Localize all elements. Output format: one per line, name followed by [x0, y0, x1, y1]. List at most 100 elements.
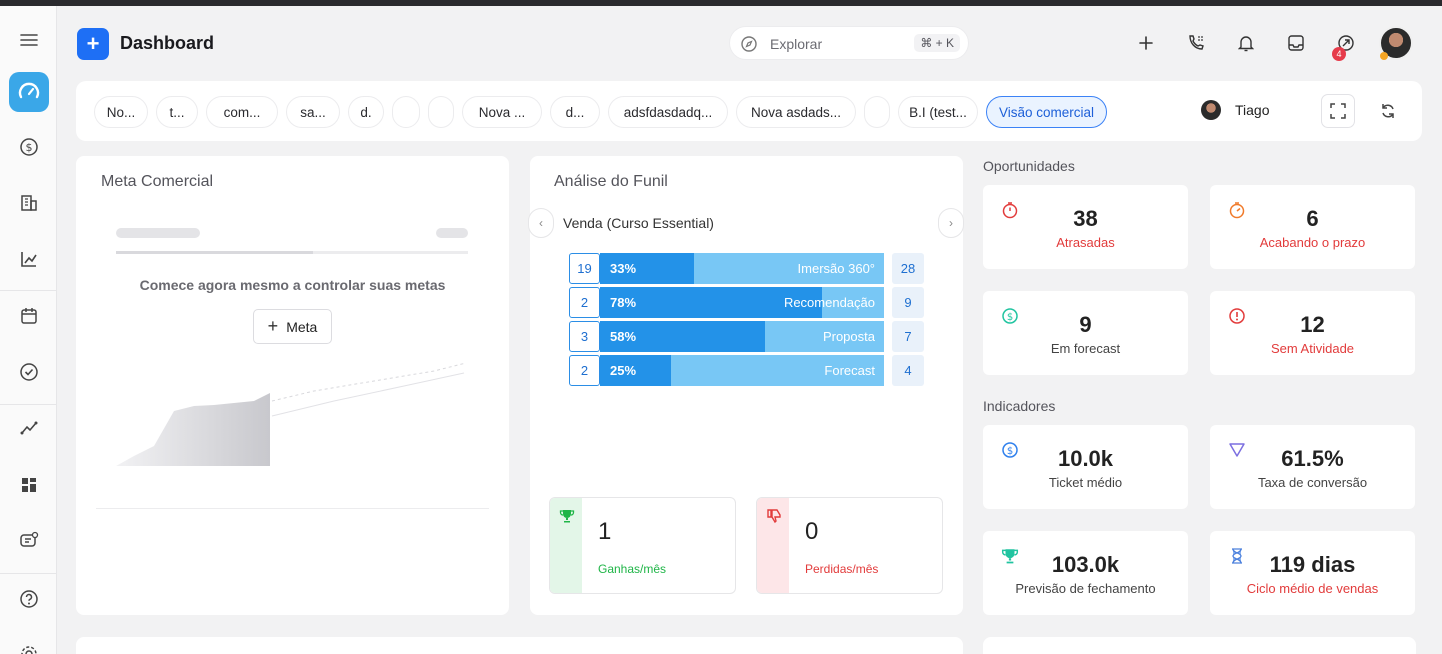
sidebar-divider — [0, 404, 57, 405]
user-chip[interactable]: Tiago — [1201, 100, 1270, 120]
calendar-icon[interactable] — [9, 296, 49, 336]
tab-dashboard[interactable] — [864, 96, 890, 128]
page-title: Dashboard — [120, 33, 215, 53]
menu-icon[interactable] — [9, 20, 49, 60]
kpi-value: 61.5% — [1281, 446, 1344, 471]
stage-bar: 25% Forecast — [600, 355, 884, 386]
kpi-label: Taxa de conversão — [1257, 475, 1368, 490]
stage-name: Forecast — [824, 363, 875, 378]
refresh-button[interactable] — [1371, 94, 1405, 128]
tab-dashboard[interactable]: sa... — [286, 96, 340, 128]
building-icon[interactable] — [9, 183, 49, 223]
fullscreen-button[interactable] — [1321, 94, 1355, 128]
funnel-next-button[interactable]: › — [938, 208, 964, 238]
tab-dashboard[interactable]: com... — [206, 96, 278, 128]
skeleton-progress — [116, 251, 313, 254]
bar-chart-icon[interactable] — [9, 239, 49, 279]
lost-per-month-card: 0 Perdidas/mês — [756, 497, 943, 594]
stage-percent: 33% — [610, 261, 637, 276]
stage-percent: 25% — [610, 363, 637, 378]
tab-dashboard[interactable]: adsfdasdadq... — [608, 96, 728, 128]
grid-icon[interactable] — [9, 465, 49, 505]
stage-bar: 78% Recomendação — [600, 287, 884, 318]
bell-icon[interactable] — [1235, 32, 1257, 54]
stage-count-left: 2 — [569, 355, 600, 386]
kpi-em-forecast[interactable]: $ 9 Em forecast — [983, 291, 1188, 375]
tab-dashboard[interactable]: No... — [94, 96, 148, 128]
kpi-value: 38 — [1073, 206, 1098, 231]
user-chip-avatar — [1201, 100, 1221, 120]
help-icon[interactable] — [9, 579, 49, 619]
kpi-ticket-medio[interactable]: $ 10.0k Ticket médio — [983, 425, 1188, 509]
sidebar: $ — [0, 6, 57, 654]
stage-bar: 58% Proposta — [600, 321, 884, 352]
meta-comercial-card: Meta Comercial Comece agora mesmo a cont… — [76, 156, 509, 615]
funnel-stage-row[interactable]: 3 58% Proposta 7 — [569, 321, 924, 352]
tab-dashboard[interactable]: t... — [156, 96, 198, 128]
tab-dashboard[interactable]: d. — [348, 96, 384, 128]
chevron-left-icon: ‹ — [539, 216, 543, 230]
lost-label: Perdidas/mês — [805, 562, 879, 576]
plus-icon: + — [267, 316, 279, 336]
tab-dashboard[interactable]: B.I (test... — [898, 96, 978, 128]
kpi-sem-atividade[interactable]: 12 Sem Atividade — [1210, 291, 1415, 375]
notification-badge: 4 — [1332, 47, 1346, 61]
settings-gear-icon[interactable] — [9, 634, 49, 654]
tab-dashboard[interactable]: d... — [550, 96, 600, 128]
check-circle-icon[interactable] — [9, 352, 49, 392]
funnel-stage-row[interactable]: 2 25% Forecast 4 — [569, 355, 924, 386]
tab-dashboard[interactable]: Nova ... — [462, 96, 542, 128]
stage-count-left: 19 — [569, 253, 600, 284]
add-meta-button[interactable]: + Meta — [253, 309, 332, 344]
stage-count-right: 9 — [892, 287, 924, 318]
kpi-ciclo-medio[interactable]: 119 dias Ciclo médio de vendas — [1210, 531, 1415, 615]
kpi-label: Sem Atividade — [1270, 341, 1355, 356]
compass-icon — [740, 35, 758, 58]
funnel-stage-row[interactable]: 2 78% Recomendação 9 — [569, 287, 924, 318]
kpi-acabando-prazo[interactable]: 6 Acabando o prazo — [1210, 185, 1415, 269]
trend-icon[interactable] — [9, 408, 49, 448]
dashboard-gauge-icon[interactable] — [9, 72, 49, 112]
stage-count-left: 3 — [569, 321, 600, 352]
meta-placeholder-graphic — [116, 362, 467, 466]
inbox-icon[interactable] — [1285, 32, 1307, 54]
search-input[interactable]: Explorar ⌘ + K — [729, 26, 969, 60]
stage-name: Proposta — [822, 329, 875, 344]
kpi-value: 12 — [1300, 312, 1325, 337]
skeleton-bar — [436, 228, 468, 238]
won-per-month-card: 1 Ganhas/mês — [549, 497, 736, 594]
funnel-prev-button[interactable]: ‹ — [528, 208, 554, 238]
won-label: Ganhas/mês — [598, 562, 667, 576]
tab-dashboard[interactable]: Nova asdads... — [736, 96, 856, 128]
meta-comercial-title: Meta Comercial — [101, 173, 214, 190]
chat-gear-icon[interactable] — [9, 521, 49, 561]
stage-count-right: 28 — [892, 253, 924, 284]
kpi-atrasadas[interactable]: 38 Atrasadas — [983, 185, 1188, 269]
meta-empty-text: Comece agora mesmo a controlar suas meta… — [139, 277, 446, 293]
sidebar-divider — [0, 573, 57, 574]
funnel-pipeline-name: Venda (Curso Essential) — [563, 215, 714, 231]
kpi-label: Previsão de fechamento — [1015, 581, 1156, 596]
stage-name: Imersão 360° — [797, 261, 875, 276]
tab-visao-comercial[interactable]: Visão comercial — [986, 96, 1107, 128]
user-name: Tiago — [1235, 102, 1270, 118]
tab-dashboard[interactable] — [428, 96, 454, 128]
analise-funil-card: Análise do Funil ‹ › Venda (Curso Essent… — [528, 156, 964, 615]
stage-count-right: 7 — [892, 321, 924, 352]
status-dot — [1380, 52, 1388, 60]
search-placeholder: Explorar — [770, 36, 823, 52]
new-plus-button[interactable]: + — [77, 28, 109, 60]
kpi-label: Acabando o prazo — [1259, 235, 1366, 250]
tab-dashboard[interactable] — [392, 96, 420, 128]
chevron-right-icon: › — [949, 216, 953, 230]
funnel-stage-row[interactable]: 19 33% Imersão 360° 28 — [569, 253, 924, 284]
add-icon[interactable] — [1135, 32, 1157, 54]
kpi-taxa-conversao[interactable]: 61.5% Taxa de conversão — [1210, 425, 1415, 509]
kpi-value: 119 dias — [1269, 552, 1356, 577]
dollar-circle-icon[interactable]: $ — [9, 127, 49, 167]
phone-dialpad-icon[interactable] — [1185, 32, 1207, 54]
sidebar-divider — [0, 290, 57, 291]
won-value: 1 — [598, 518, 612, 545]
kpi-previsao-fechamento[interactable]: 103.0k Previsão de fechamento — [983, 531, 1188, 615]
lost-value: 0 — [805, 518, 819, 545]
